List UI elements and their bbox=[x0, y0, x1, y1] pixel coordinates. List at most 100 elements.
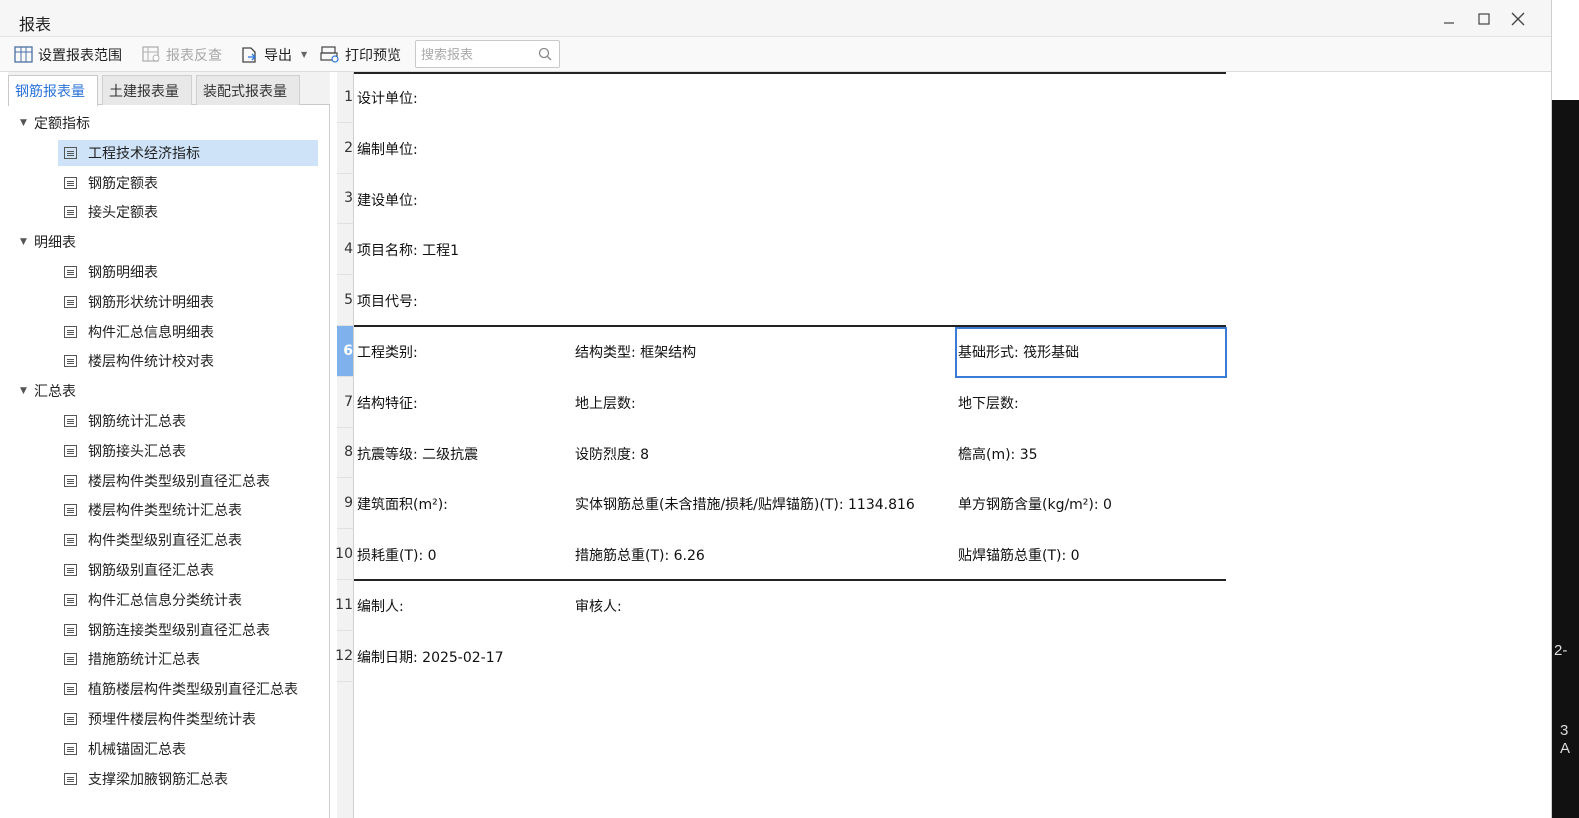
row-number[interactable]: 8 bbox=[337, 427, 354, 479]
tree-item[interactable]: 预埋件楼层构件类型统计表 bbox=[58, 706, 256, 732]
tree-item[interactable]: 支撑梁加腋钢筋汇总表 bbox=[58, 766, 228, 792]
report-tree-panel: 钢筋报表量 土建报表量 装配式报表量 ▼ 定额指标工程技术经济指标 钢筋定额表接头定… bbox=[8, 72, 330, 818]
tree-item[interactable]: 工程技术经济指标 bbox=[58, 139, 318, 166]
report-cell[interactable]: 设防烈度: 8 bbox=[575, 444, 649, 464]
minimize-button[interactable] bbox=[1438, 8, 1460, 30]
tree-item-label: 措施筋统计汇总表 bbox=[88, 652, 200, 669]
tree-group[interactable]: ▼ 汇总表 bbox=[20, 378, 76, 404]
report-cell[interactable]: 措施筋总重(T): 6.26 bbox=[575, 545, 705, 565]
report-cell[interactable]: 单方钢筋含量(kg/m²): 0 bbox=[958, 494, 1112, 514]
tree-item-label: 钢筋定额表 bbox=[88, 175, 158, 192]
report-cell[interactable]: 审核人: bbox=[575, 596, 622, 616]
search-box[interactable] bbox=[415, 40, 560, 68]
title-bar[interactable]: 报表 bbox=[0, 0, 1551, 36]
report-cell[interactable]: 结构类型: 框架结构 bbox=[575, 342, 696, 362]
report-check-button[interactable]: 报表反查 bbox=[142, 37, 222, 72]
tree-item[interactable]: 植筋楼层构件类型级别直径汇总表 bbox=[58, 676, 298, 702]
report-doc-icon bbox=[64, 176, 77, 189]
tree-item[interactable]: 楼层构件统计校对表 bbox=[58, 348, 214, 374]
row-number[interactable]: 11 bbox=[335, 580, 354, 631]
report-cell[interactable]: 建筑面积(m²): bbox=[357, 494, 448, 514]
tree-item-label: 钢筋统计汇总表 bbox=[88, 414, 186, 430]
tab-civil-report[interactable]: 土建报表量 bbox=[102, 75, 192, 105]
row-number[interactable]: 9 bbox=[337, 478, 354, 530]
close-button[interactable] bbox=[1507, 8, 1529, 30]
tree-group[interactable]: ▼ 定额指标 bbox=[20, 110, 90, 136]
tree-item[interactable]: 接头定额表 bbox=[58, 199, 158, 225]
report-cell[interactable]: 工程类别: bbox=[357, 342, 418, 362]
tree-item[interactable]: 构件汇总信息分类统计表 bbox=[58, 587, 242, 613]
report-doc-icon bbox=[64, 415, 77, 427]
background-canvas: 2- 3 A bbox=[1552, 100, 1579, 818]
report-cell[interactable]: 编制人: bbox=[357, 596, 404, 616]
row-number[interactable]: 3 bbox=[337, 173, 354, 225]
maximize-button[interactable] bbox=[1473, 8, 1495, 30]
tree-group-label: 汇总表 bbox=[34, 384, 76, 401]
report-cell[interactable]: 抗震等级: 二级抗震 bbox=[357, 444, 478, 464]
row-number[interactable]: 5 bbox=[337, 275, 354, 326]
row-number[interactable]: 6 bbox=[337, 326, 354, 377]
tree-group[interactable]: ▼ 明细表 bbox=[20, 229, 76, 255]
tree-item-label: 工程技术经济指标 bbox=[88, 145, 200, 162]
window-title: 报表 bbox=[19, 15, 52, 34]
report-doc-icon bbox=[64, 713, 77, 725]
tab-rebar-report[interactable]: 钢筋报表量 bbox=[8, 75, 98, 106]
report-cell[interactable]: 建设单位: bbox=[357, 190, 418, 210]
report-cell[interactable]: 地上层数: bbox=[575, 393, 636, 413]
report-doc-icon bbox=[64, 444, 77, 457]
tree-item[interactable]: 楼层构件类型统计汇总表 bbox=[58, 497, 242, 523]
maximize-icon bbox=[1478, 13, 1490, 25]
row-number[interactable]: 2 bbox=[337, 122, 354, 174]
report-cell[interactable]: 檐高(m): 35 bbox=[958, 444, 1038, 464]
search-icon[interactable] bbox=[538, 47, 552, 61]
row-number-gutter bbox=[337, 681, 354, 818]
report-doc-icon bbox=[64, 593, 77, 606]
report-cell[interactable]: 地下层数: bbox=[958, 393, 1019, 413]
caret-down-icon[interactable]: ▼ bbox=[20, 118, 34, 128]
report-sheet: 1 设计单位: 2 编制单位: 3 建设单位: 4 项目名称: 工程1 5 项目代号: 6 工程类别:… bbox=[335, 72, 1551, 818]
row-number[interactable]: 1 bbox=[337, 72, 354, 123]
tree-item[interactable]: 构件类型级别直径汇总表 bbox=[58, 527, 242, 553]
row-number[interactable]: 4 bbox=[337, 224, 354, 276]
tree-item-label: 楼层构件类型级别直径汇总表 bbox=[88, 473, 270, 490]
report-cell[interactable]: 项目代号: bbox=[357, 291, 418, 311]
report-cell[interactable]: 项目名称: 工程1 bbox=[357, 240, 459, 260]
row-number[interactable]: 10 bbox=[335, 529, 354, 580]
tree-item[interactable]: 构件汇总信息明细表 bbox=[58, 319, 214, 345]
report-cell[interactable]: 设计单位: bbox=[357, 88, 418, 108]
chevron-down-icon[interactable]: ▼ bbox=[301, 50, 307, 59]
report-cell[interactable]: 实体钢筋总重(未含措施/损耗/贴焊锚筋)(T): 1134.816 bbox=[575, 494, 915, 514]
tree-item[interactable]: 钢筋级别直径汇总表 bbox=[58, 557, 214, 583]
tree-item[interactable]: 钢筋定额表 bbox=[58, 170, 158, 196]
tree-item[interactable]: 楼层构件类型级别直径汇总表 bbox=[58, 468, 270, 494]
background-label: 2- bbox=[1554, 642, 1568, 659]
row-number[interactable]: 7 bbox=[337, 376, 354, 428]
tree-item[interactable]: 钢筋形状统计明细表 bbox=[58, 289, 214, 315]
export-button[interactable]: 导出 ▼ bbox=[240, 37, 307, 72]
tree-item[interactable]: 钢筋连接类型级别直径汇总表 bbox=[58, 617, 270, 643]
row-number[interactable]: 12 bbox=[335, 630, 354, 682]
tree-item[interactable]: 措施筋统计汇总表 bbox=[58, 646, 200, 672]
report-doc-icon bbox=[64, 564, 77, 576]
minimize-icon bbox=[1444, 22, 1454, 24]
set-range-button[interactable]: 设置报表范围 bbox=[14, 37, 122, 72]
search-input[interactable] bbox=[419, 44, 541, 66]
report-cell[interactable]: 损耗重(T): 0 bbox=[357, 545, 437, 565]
report-doc-icon bbox=[64, 146, 77, 159]
tree-item[interactable]: 机械锚固汇总表 bbox=[58, 736, 186, 762]
tree-item-label: 植筋楼层构件类型级别直径汇总表 bbox=[88, 682, 298, 699]
report-cell[interactable]: 贴焊锚筋总重(T): 0 bbox=[958, 545, 1080, 565]
report-doc-icon bbox=[64, 295, 77, 308]
print-preview-button[interactable]: 打印预览 bbox=[320, 37, 401, 72]
tree-item[interactable]: 钢筋明细表 bbox=[58, 259, 158, 285]
report-window: 报表 设置报表范围 报表反查 导出 ▼ 打印预览 搜索报表 钢筋报表量 土建报表… bbox=[0, 0, 1552, 818]
caret-down-icon[interactable]: ▼ bbox=[20, 237, 34, 247]
report-cell[interactable]: 编制单位: bbox=[357, 139, 418, 159]
report-cell[interactable]: 结构特征: bbox=[357, 393, 418, 413]
tree-item[interactable]: 钢筋统计汇总表 bbox=[58, 408, 186, 434]
caret-down-icon[interactable]: ▼ bbox=[20, 386, 34, 396]
tree-item-label: 接头定额表 bbox=[88, 205, 158, 222]
tree-item[interactable]: 钢筋接头汇总表 bbox=[58, 438, 186, 464]
report-cell[interactable]: 编制日期: 2025-02-17 bbox=[357, 647, 504, 667]
tab-prefab-report[interactable]: 装配式报表量 bbox=[196, 75, 300, 105]
